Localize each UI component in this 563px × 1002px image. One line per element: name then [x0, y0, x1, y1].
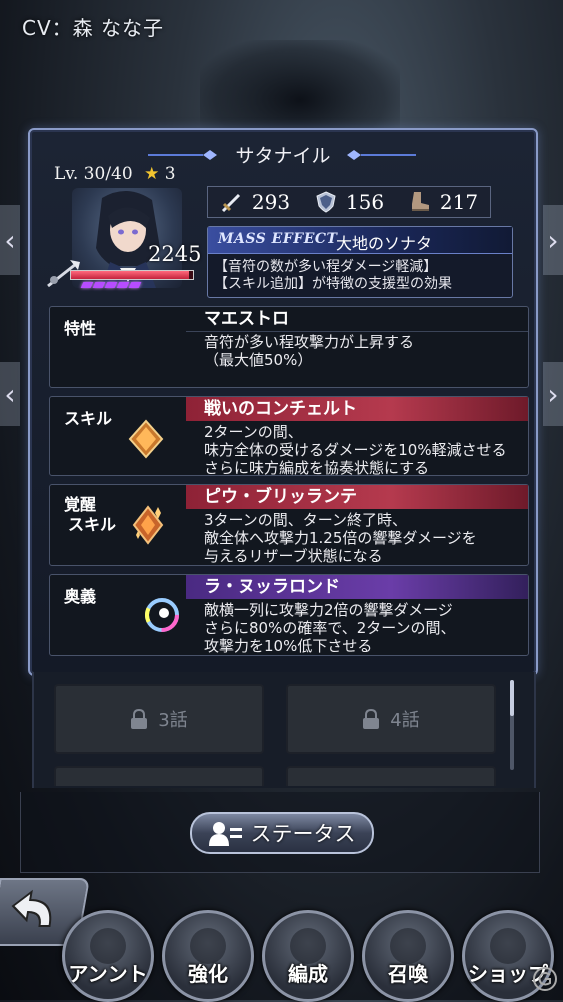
speed-value: 217 — [439, 190, 479, 214]
nav-label: 強化 — [188, 962, 228, 986]
user-list-icon — [208, 822, 242, 846]
hp-value: 2245 — [148, 242, 202, 266]
skill-section[interactable]: スキル 戦いのコンチェルト 2ターンの間、 味方全体の受けるダメージを10%軽減… — [49, 396, 529, 477]
trait-label: 特性 — [64, 319, 97, 338]
awakening-pip — [128, 282, 142, 288]
awakening-pips — [80, 282, 142, 288]
skill-label: スキル — [64, 409, 113, 428]
awaken-skill-section[interactable]: 覚醒 スキル ピウ・ブリッランテ 3ターンの間、ターン終了時、 敵全体へ攻撃力1… — [49, 484, 529, 566]
ougi-line: さらに80%の確率で、2ターンの間、 — [204, 619, 456, 637]
awakening-pip — [104, 282, 118, 288]
next-character-arrow[interactable]: › — [543, 362, 563, 426]
mass-effect-header: MASS EFFECT 大地のソナタ — [208, 227, 512, 254]
hp-bar-fill — [71, 271, 190, 279]
defense-value: 156 — [345, 190, 385, 214]
episode-3-button[interactable]: 3話 — [54, 684, 264, 754]
trait-section: 特性 マエストロ 音符が多い程攻撃力が上昇する （最大値50%） — [49, 306, 529, 388]
ougi-line: 攻撃力を10%低下させる — [204, 637, 373, 655]
awaken-skill-name: ピウ・ブリッランテ — [186, 485, 528, 509]
prev-character-arrow[interactable]: ‹ — [0, 362, 20, 426]
mass-effect-box: MASS EFFECT 大地のソナタ 【音符の数が多い程ダメージ軽減】 【スキル… — [207, 226, 513, 298]
awaken-line: 敵全体へ攻撃力1.25倍の響撃ダメージを — [204, 529, 477, 547]
status-button[interactable]: ステータス — [190, 812, 374, 854]
awaken-skill-label: 覚醒 スキル — [64, 495, 116, 535]
nav-label: 召喚 — [388, 962, 428, 986]
nav-label: アンント — [68, 962, 148, 986]
status-button-label: ステータス — [250, 822, 356, 846]
character-detail-panel: サタナイル Lv. 30/40 ★ 3 2245 293 156 217 MAS… — [28, 128, 538, 676]
character-name: サタナイル — [235, 145, 331, 167]
prev-arrow-top[interactable]: ‹ — [0, 205, 20, 275]
ougi-section[interactable]: 奥義 ラ・ヌッラロンド 敵横一列に攻撃力2倍の響撃ダメージ さらに80%の確率で… — [49, 574, 529, 656]
awaken-skill-description: 3ターンの間、ターン終了時、 敵全体へ攻撃力1.25倍の響撃ダメージを 与えるリ… — [204, 511, 477, 565]
mass-effect-label: MASS EFFECT — [218, 231, 338, 247]
sword-icon — [221, 193, 240, 213]
mass-effect-line: 【音符の数が多い程ダメージ軽減】 — [214, 259, 438, 275]
level-text: Lv. 30/40 — [54, 164, 133, 184]
ougi-name: ラ・ヌッラロンド — [186, 575, 528, 599]
episode-scrollbar[interactable] — [510, 680, 514, 770]
nav-formation-button[interactable]: 編成 — [262, 910, 354, 1002]
skill-line: さらに味方編成を協奏状態にする — [204, 459, 430, 477]
episode-label: 4話 — [390, 710, 420, 731]
watermark-logo — [532, 966, 558, 992]
episode-6-button[interactable] — [286, 766, 496, 786]
skill-line: 味方全体の受けるダメージを10%軽減させる — [204, 441, 507, 459]
level-display: Lv. 30/40 ★ 3 — [54, 164, 176, 184]
episode-4-button[interactable]: 4話 — [286, 684, 496, 754]
trait-description: 音符が多い程攻撃力が上昇する （最大値50%） — [204, 333, 414, 369]
stat-speed: 217 — [408, 190, 478, 214]
attack-value: 293 — [251, 190, 291, 214]
watermark-icon — [533, 967, 557, 991]
stats-box: 293 156 217 — [207, 186, 491, 218]
back-arrow-icon — [11, 889, 52, 927]
skill-line: 2ターンの間、 — [204, 423, 303, 441]
title-deco-right — [347, 150, 416, 160]
ougi-line: 敵横一列に攻撃力2倍の響撃ダメージ — [204, 601, 453, 619]
awakening-pip — [80, 282, 94, 288]
awakening-pip — [116, 282, 130, 288]
awaken-label-line: 覚醒 — [64, 495, 97, 514]
cv-label: CV：森 なな子 — [22, 16, 165, 40]
lock-icon — [131, 709, 148, 729]
nav-label: 編成 — [288, 962, 328, 986]
skill-crystal-icon — [128, 419, 164, 459]
awaken-label-line: スキル — [68, 515, 117, 534]
skill-description: 2ターンの間、 味方全体の受けるダメージを10%軽減させる さらに味方編成を協奏… — [204, 423, 507, 477]
title-deco-left — [148, 150, 217, 160]
awaken-line: 3ターンの間、ターン終了時、 — [204, 511, 408, 529]
awaken-crystal-icon — [132, 505, 164, 545]
nav-enhance-button[interactable]: 強化 — [162, 910, 254, 1002]
mass-effect-name: 大地のソナタ — [336, 234, 433, 253]
ougi-label: 奥義 — [64, 587, 97, 606]
boot-icon — [411, 192, 429, 211]
mass-effect-line: 【スキル追加】が特徴の支援型の効果 — [214, 276, 452, 292]
skill-name: 戦いのコンチェルト — [186, 397, 528, 421]
stat-attack: 293 — [220, 190, 290, 214]
stat-defense: 156 — [314, 190, 384, 214]
hp-bar — [70, 270, 194, 280]
scrollbar-thumb[interactable] — [510, 680, 514, 716]
trait-name: マエストロ — [186, 307, 528, 332]
trait-line: 音符が多い程攻撃力が上昇する — [204, 333, 415, 351]
mass-effect-description: 【音符の数が多い程ダメージ軽減】 【スキル追加】が特徴の支援型の効果 — [214, 259, 452, 293]
trait-line: （最大値50%） — [204, 351, 313, 369]
lock-icon — [363, 709, 380, 729]
ougi-ring-icon — [145, 598, 179, 632]
shield-icon — [316, 191, 336, 213]
episode-5-button[interactable] — [54, 766, 264, 786]
ougi-description: 敵横一列に攻撃力2倍の響撃ダメージ さらに80%の確率で、2ターンの間、 攻撃力… — [204, 601, 456, 655]
awakening-pip — [92, 282, 106, 288]
star-icon: ★ — [144, 164, 160, 184]
next-arrow-top[interactable]: › — [543, 205, 563, 275]
episode-label: 3話 — [158, 710, 188, 731]
awaken-line: 与えるリザーブ状態になる — [204, 547, 383, 565]
rarity-value: 3 — [164, 164, 176, 184]
nav-summon-button[interactable]: 召喚 — [362, 910, 454, 1002]
nav-anthem-button[interactable]: アンント — [62, 910, 154, 1002]
